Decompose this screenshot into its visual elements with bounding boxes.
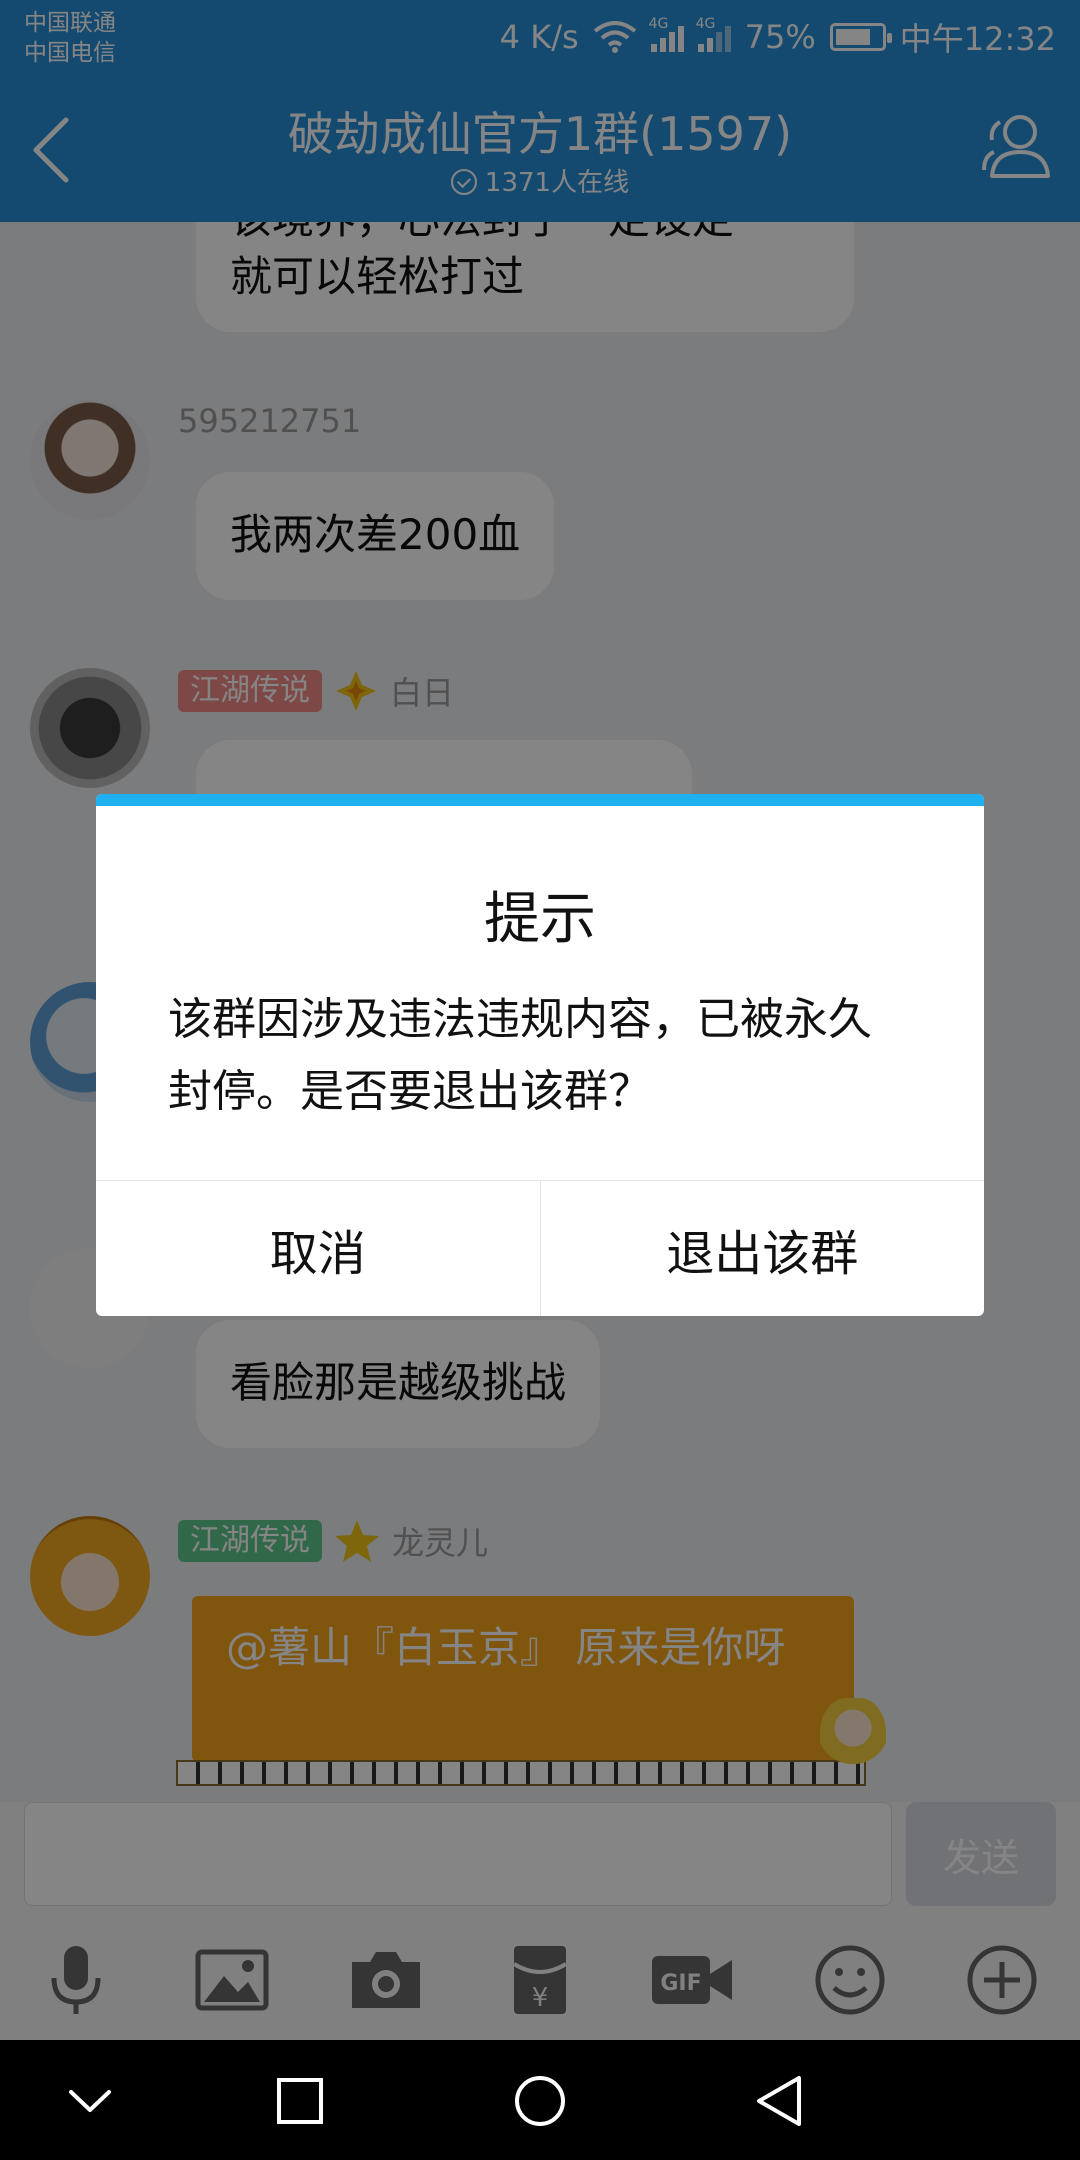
home-circle-icon[interactable] bbox=[505, 2066, 575, 2136]
dialog-actions: 取消 退出该群 bbox=[96, 1180, 984, 1316]
dialog-message: 该群因涉及违法违规内容，已被永久封停。是否要退出该群？ bbox=[168, 994, 872, 1117]
cancel-button[interactable]: 取消 bbox=[96, 1181, 540, 1316]
leave-group-button[interactable]: 退出该群 bbox=[539, 1181, 985, 1316]
back-triangle-icon[interactable] bbox=[745, 2066, 815, 2136]
alert-dialog: 提示 该群因涉及违法违规内容，已被永久封停。是否要退出该群？ 取消 退出该群 bbox=[96, 794, 984, 1316]
chevron-down-icon[interactable] bbox=[55, 2066, 125, 2136]
dialog-accent-bar bbox=[96, 794, 984, 806]
dialog-title: 提示 bbox=[484, 887, 596, 952]
system-nav-bar bbox=[0, 2040, 1080, 2160]
recents-square-icon[interactable] bbox=[265, 2066, 335, 2136]
